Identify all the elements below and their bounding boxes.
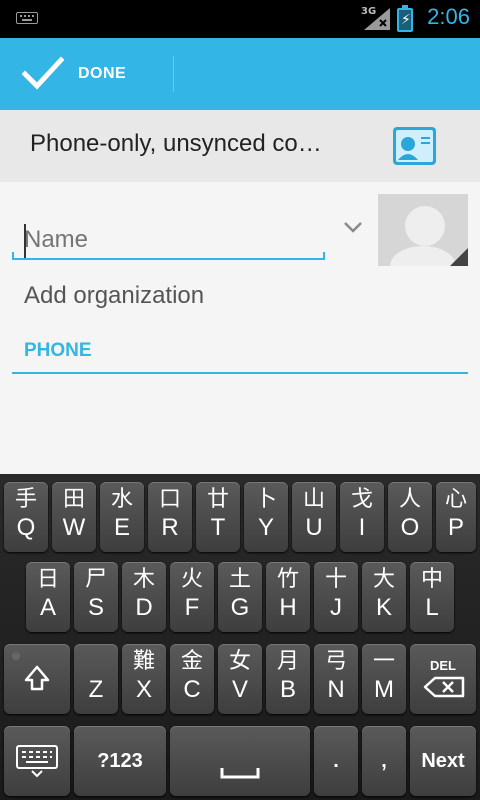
- contact-card-icon: [393, 127, 436, 165]
- contact-photo[interactable]: [378, 194, 468, 266]
- shift-key[interactable]: [4, 644, 70, 714]
- avatar-body: [390, 246, 456, 266]
- name-underline: [12, 252, 325, 260]
- caps-lock-indicator: [12, 652, 20, 660]
- soft-keyboard: 手Q 田W 水E 口R 廿T 卜Y 山U 戈I 人O 心P 日A 尸S 木D 火…: [0, 474, 480, 800]
- key-t[interactable]: 廿T: [196, 482, 240, 552]
- name-field[interactable]: [12, 198, 325, 262]
- status-bar: 3G ⚡ 2:06: [0, 0, 480, 38]
- shift-icon: [24, 665, 50, 691]
- key-x[interactable]: 難X: [122, 644, 166, 714]
- backspace-icon: [423, 676, 465, 698]
- battery-charging-icon: ⚡: [397, 5, 413, 32]
- add-organization-button[interactable]: Add organization: [24, 282, 204, 310]
- key-v[interactable]: 女V: [218, 644, 262, 714]
- key-d[interactable]: 木D: [122, 562, 166, 632]
- name-input[interactable]: [24, 220, 324, 260]
- key-s[interactable]: 尸S: [74, 562, 118, 632]
- key-b[interactable]: 月B: [266, 644, 310, 714]
- contact-form: Add organization PHONE: [0, 182, 480, 474]
- key-o[interactable]: 人O: [388, 482, 432, 552]
- signal-icon: [364, 8, 390, 30]
- space-icon: [220, 768, 260, 779]
- key-m[interactable]: 一M: [362, 644, 406, 714]
- key-e[interactable]: 水E: [100, 482, 144, 552]
- phone-section-divider: [12, 372, 468, 374]
- key-y[interactable]: 卜Y: [244, 482, 288, 552]
- key-a[interactable]: 日A: [26, 562, 70, 632]
- chevron-down-icon[interactable]: [342, 220, 364, 234]
- symbols-key[interactable]: ?123: [74, 726, 166, 796]
- action-bar-divider: [173, 56, 174, 92]
- account-header: Phone-only, unsynced co…: [0, 110, 480, 182]
- keyboard-settings-key[interactable]: [4, 726, 70, 796]
- keyboard-notification-icon: [16, 12, 38, 24]
- key-r[interactable]: 口R: [148, 482, 192, 552]
- done-button[interactable]: DONE: [0, 38, 172, 110]
- key-h[interactable]: 竹H: [266, 562, 310, 632]
- phone-section-header: PHONE: [24, 340, 92, 361]
- period-key[interactable]: .: [314, 726, 358, 796]
- photo-corner-icon: [450, 248, 468, 266]
- keyboard-icon: [16, 745, 58, 778]
- key-i[interactable]: 戈I: [340, 482, 384, 552]
- avatar-head: [405, 206, 445, 246]
- action-bar: DONE: [0, 38, 480, 110]
- checkmark-icon: [22, 56, 64, 90]
- key-l[interactable]: 中L: [410, 562, 454, 632]
- key-z[interactable]: Z: [74, 644, 118, 714]
- delete-key[interactable]: DEL: [410, 644, 476, 714]
- next-key[interactable]: Next: [410, 726, 476, 796]
- key-n[interactable]: 弓N: [314, 644, 358, 714]
- key-g[interactable]: 土G: [218, 562, 262, 632]
- key-p[interactable]: 心P: [436, 482, 476, 552]
- key-f[interactable]: 火F: [170, 562, 214, 632]
- key-u[interactable]: 山U: [292, 482, 336, 552]
- key-w[interactable]: 田W: [52, 482, 96, 552]
- space-key[interactable]: [170, 726, 310, 796]
- key-j[interactable]: 十J: [314, 562, 358, 632]
- key-k[interactable]: 大K: [362, 562, 406, 632]
- text-cursor: [24, 224, 26, 258]
- done-label: DONE: [78, 65, 127, 82]
- comma-key[interactable]: ,: [362, 726, 406, 796]
- delete-label: DEL: [430, 658, 456, 673]
- account-label: Phone-only, unsynced co…: [30, 130, 322, 157]
- key-c[interactable]: 金C: [170, 644, 214, 714]
- clock: 2:06: [427, 4, 470, 29]
- key-q[interactable]: 手Q: [4, 482, 48, 552]
